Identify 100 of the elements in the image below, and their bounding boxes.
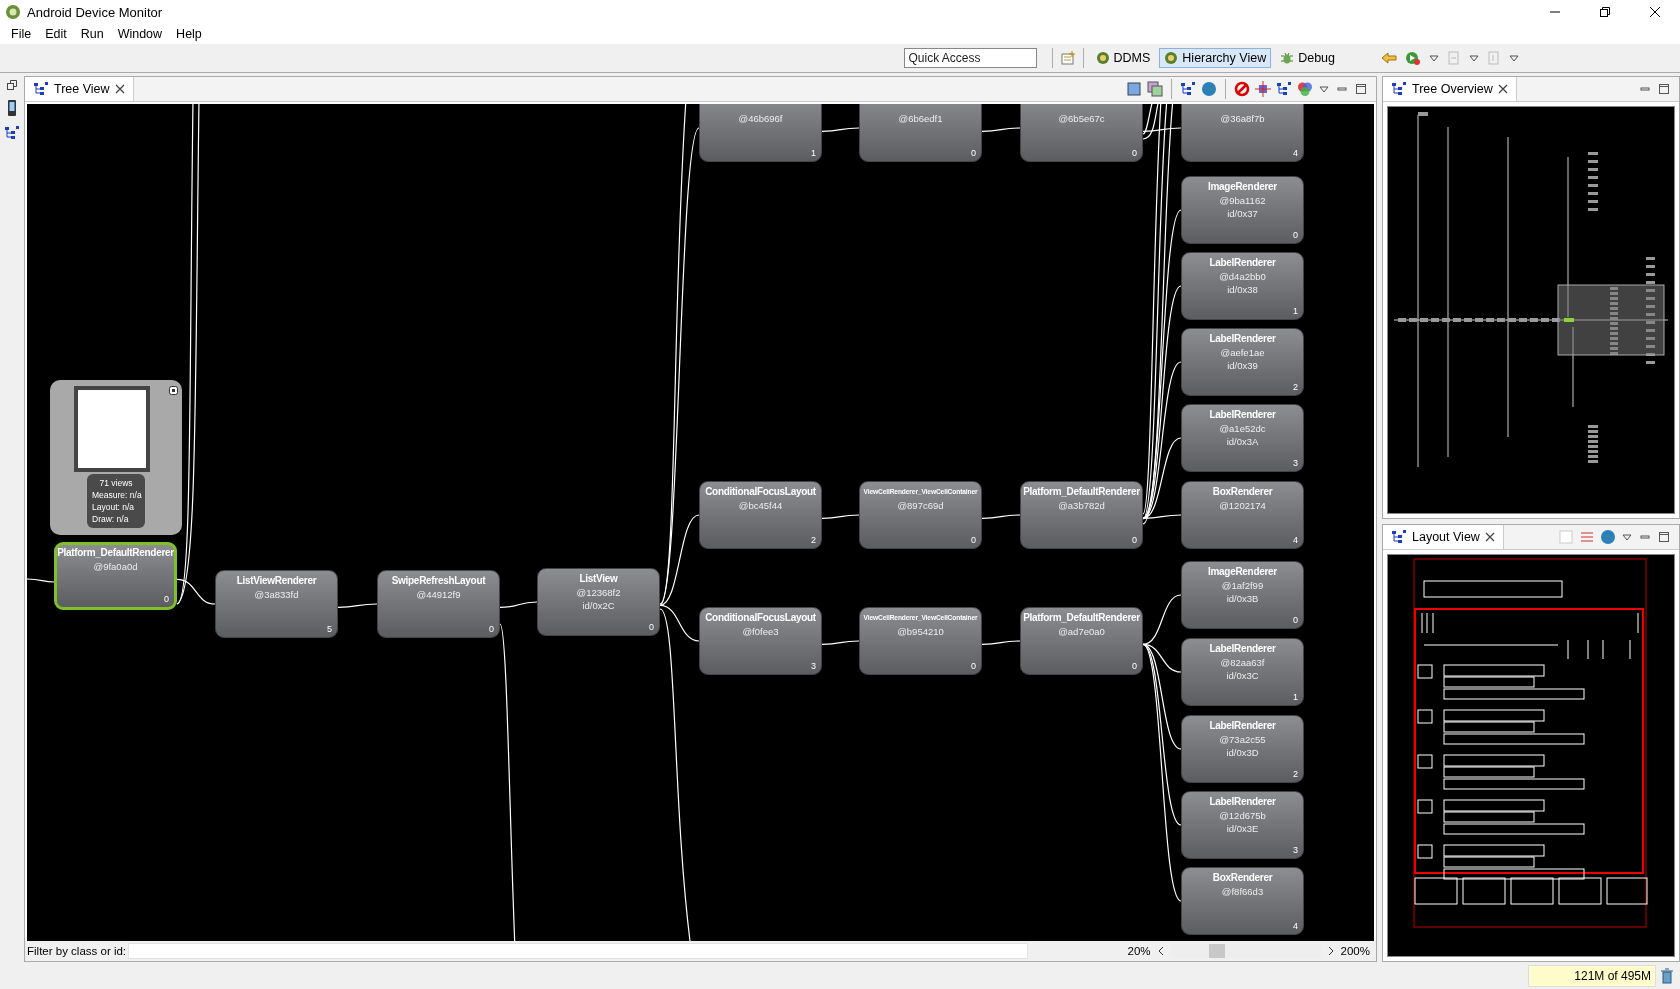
back-arrow-icon[interactable]	[1380, 50, 1398, 66]
chevron-left-icon[interactable]	[1156, 946, 1165, 956]
view-node[interactable]: Platform_DefaultRenderer @9fa0a0d 0	[54, 542, 177, 610]
bug-icon	[1280, 51, 1295, 65]
node-class-name: BoxRenderer	[1211, 485, 1274, 499]
close-icon[interactable]	[1484, 532, 1495, 542]
open-perspective-icon[interactable]	[1059, 50, 1076, 66]
node-class-name: LabelRenderer	[1208, 719, 1277, 733]
view-node[interactable]: BoxRenderer @f8f66d3 4	[1181, 867, 1304, 935]
tree-icon[interactable]	[1180, 81, 1196, 97]
menu-item[interactable]: Help	[169, 25, 209, 43]
view-menu-icon[interactable]	[1318, 83, 1330, 95]
menu-item[interactable]: Edit	[38, 25, 74, 43]
trash-icon[interactable]	[1660, 967, 1674, 984]
no-entry-icon[interactable]	[1234, 81, 1250, 97]
view-node[interactable]: @6b6edf1 0	[859, 104, 982, 162]
close-icon[interactable]	[1649, 6, 1661, 18]
node-index: 4	[1293, 535, 1298, 545]
panel-tab[interactable]: Tree Overview	[1383, 77, 1517, 101]
menu-item[interactable]: File	[4, 25, 39, 43]
view-node[interactable]: BoxRenderer @1202174 4	[1181, 481, 1304, 549]
node-index: 5	[327, 624, 332, 634]
view-node[interactable]: @46b696f 1	[699, 104, 822, 162]
filter-label: Filter by class or id:	[27, 945, 127, 957]
maximize-icon[interactable]	[1599, 6, 1611, 18]
node-hash: @46b696f	[737, 112, 784, 125]
color-circles-icon[interactable]	[1297, 81, 1313, 97]
node-index: 0	[1132, 535, 1137, 545]
node-index: 0	[164, 594, 169, 604]
close-icon[interactable]	[114, 84, 125, 94]
view-node[interactable]: Platform_DefaultRenderer @ad7e0a0 0	[1020, 607, 1143, 675]
quick-access-field[interactable]: Quick Access	[903, 48, 1037, 68]
filter-field[interactable]	[128, 943, 1029, 959]
restore-icon[interactable]	[6, 79, 18, 91]
view-node[interactable]: SwipeRefreshLayout @44912f9 0	[377, 570, 500, 638]
node-view-id: id/0x3C	[1225, 669, 1260, 682]
maximize-icon[interactable]	[1354, 82, 1368, 96]
globe-icon[interactable]	[1600, 529, 1616, 545]
view-node[interactable]: ConditionalFocusLayout @bc45f44 2	[699, 481, 822, 549]
perspective-button[interactable]: DDMS	[1090, 48, 1156, 68]
node-class-name: Platform_DefaultRenderer	[1022, 485, 1141, 499]
node-index: 0	[971, 148, 976, 158]
stat-text: Layout: n/a	[91, 501, 136, 513]
phone-icon[interactable]	[6, 99, 18, 117]
maximize-icon[interactable]	[1657, 82, 1671, 96]
view-node[interactable]: ListView @12368f2 id/0x2C 0	[537, 568, 660, 636]
crosshair-icon[interactable]	[1255, 81, 1271, 97]
dropdown-caret-icon[interactable]	[1428, 52, 1440, 64]
view-node[interactable]: ConditionalFocusLayout @f0fee3 3	[699, 607, 822, 675]
node-hash: @aefe1ae	[1219, 346, 1266, 359]
tree-icon[interactable]	[1391, 529, 1407, 545]
node-hash: @3a833fd	[253, 588, 300, 601]
panel-tab[interactable]: Tree View	[25, 77, 134, 101]
close-icon[interactable]	[1497, 84, 1508, 94]
node-hash: @ad7e0a0	[1057, 625, 1106, 638]
app-logo-icon	[5, 4, 21, 20]
close-icon[interactable]	[169, 386, 178, 395]
view-menu-icon[interactable]	[1621, 531, 1633, 543]
view-node[interactable]: LabelRenderer @12d675b id/0x3E 3	[1181, 791, 1304, 859]
node-class-name: LabelRenderer	[1208, 332, 1277, 346]
view-node[interactable]: @6b5e67c 0	[1020, 104, 1143, 162]
globe-icon[interactable]	[1201, 81, 1217, 97]
node-index: 0	[971, 535, 976, 545]
menu-item[interactable]: Run	[73, 25, 111, 43]
view-node[interactable]: ImageRenderer @1af2f99 id/0x3B 0	[1181, 561, 1304, 629]
node-hash: @36a8f7b	[1219, 112, 1266, 125]
node-view-id: id/0x38	[1226, 283, 1259, 296]
menu-item[interactable]: Window	[110, 25, 170, 43]
node-class-name: ConditionalFocusLayout	[704, 485, 817, 499]
view-node[interactable]: ListViewRenderer @3a833fd 5	[215, 570, 338, 638]
view-node[interactable]: ImageRenderer @9ba1162 id/0x37 0	[1181, 176, 1304, 244]
layers-icon[interactable]	[1147, 81, 1163, 97]
panel-tab[interactable]: Layout View	[1383, 525, 1504, 549]
node-class-name: ConditionalFocusLayout	[704, 611, 817, 625]
perspective-button[interactable]: Hierarchy View	[1159, 48, 1272, 68]
maximize-icon[interactable]	[1657, 530, 1671, 544]
tree-icon[interactable]	[33, 81, 49, 97]
node-index: 1	[1293, 306, 1298, 316]
view-node[interactable]: LabelRenderer @a1e52dc id/0x3A 3	[1181, 404, 1304, 472]
node-hash: @f8f66d3	[1220, 885, 1265, 898]
run-icon[interactable]	[1404, 50, 1422, 66]
tree-icon[interactable]	[4, 125, 20, 141]
tree-icon[interactable]	[1391, 81, 1407, 97]
chevron-right-icon[interactable]	[1326, 946, 1335, 956]
node-class-name: Platform_DefaultRenderer	[57, 546, 174, 560]
view-node[interactable]: LabelRenderer @73a2c55 id/0x3D 2	[1181, 715, 1304, 783]
view-node[interactable]: Platform_DefaultRenderer @a3b782d 0	[1020, 481, 1143, 549]
dropdown-caret-icon[interactable]	[1508, 52, 1520, 64]
node-class-name: BoxRenderer	[1211, 871, 1274, 885]
view-node[interactable]: @36a8f7b 4	[1181, 104, 1304, 162]
node-hash: @6b5e67c	[1057, 112, 1106, 125]
tree-icon[interactable]	[1276, 81, 1292, 97]
node-index: 0	[1132, 148, 1137, 158]
node-view-id: id/0x2C	[581, 599, 616, 612]
dropdown-caret-icon[interactable]	[1468, 52, 1480, 64]
perspective-button[interactable]: Debug	[1275, 48, 1340, 68]
node-hash: @44912f9	[415, 588, 462, 601]
view-node[interactable]: LabelRenderer @82aa63f id/0x3C 1	[1181, 638, 1304, 706]
view-node[interactable]: LabelRenderer @d4a2bb0 id/0x38 1	[1181, 252, 1304, 320]
view-node[interactable]: LabelRenderer @aefe1ae id/0x39 2	[1181, 328, 1304, 396]
